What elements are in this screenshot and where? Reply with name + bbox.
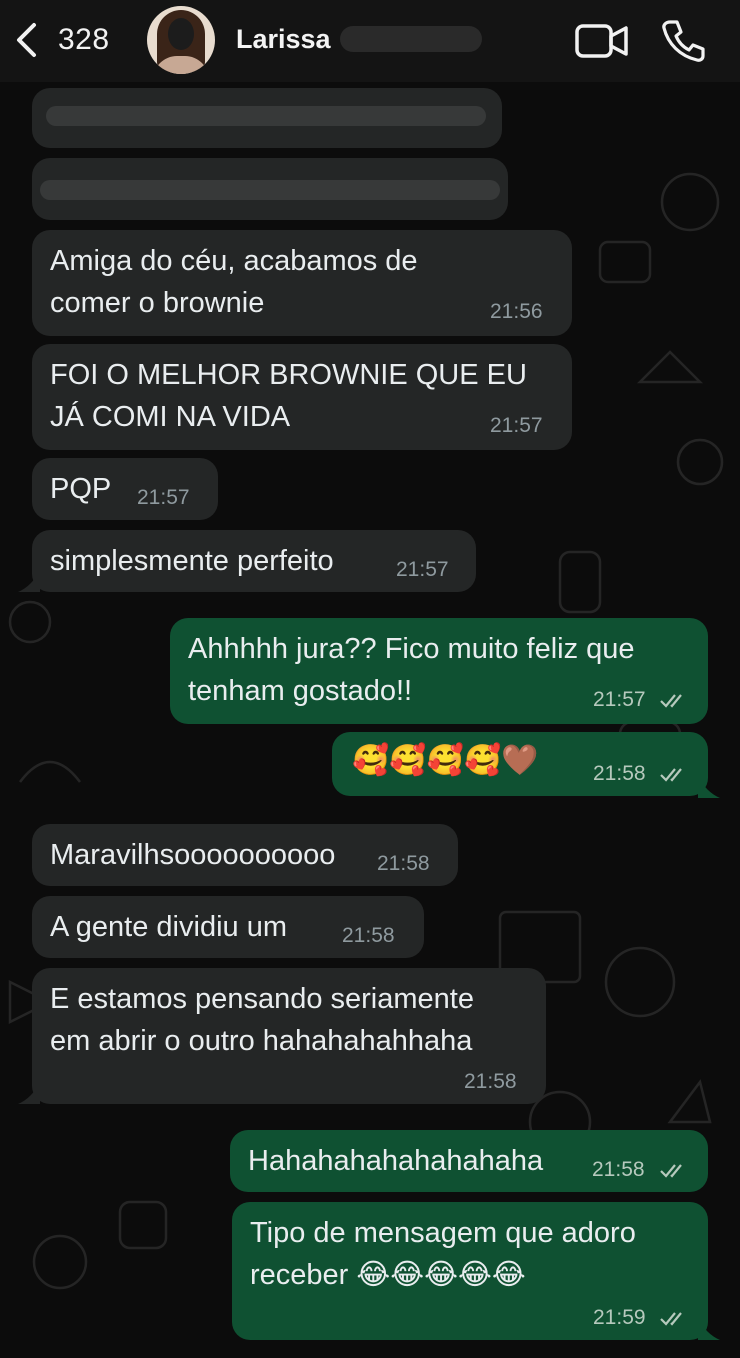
double-check-icon: [660, 1312, 682, 1326]
chat-header: 328 Larissa: [0, 0, 740, 82]
message-text: 🥰🥰🥰🥰🤎: [352, 743, 539, 778]
message-time: 21:58: [593, 762, 646, 785]
video-camera-icon[interactable]: [574, 22, 630, 60]
chevron-left-icon: [17, 23, 36, 57]
redacted-message[interactable]: [32, 88, 502, 148]
outgoing-message[interactable]: Ahhhhh jura?? Fico muito feliz que tenha…: [170, 618, 708, 724]
bubble-tail: [698, 1318, 720, 1340]
redacted-message[interactable]: [32, 158, 508, 220]
message-time: 21:58: [377, 852, 430, 875]
message-time: 21:58: [464, 1070, 517, 1093]
message-text: Tipo de mensagem que adoro receber 😂😂😂😂😂: [250, 1217, 636, 1291]
back-button[interactable]: 328: [14, 18, 124, 62]
double-check-icon: [660, 694, 682, 708]
redacted-text: [46, 106, 486, 126]
message-text: E estamos pensando seriamente em abrir o…: [50, 983, 474, 1057]
message-time: 21:57: [593, 688, 646, 711]
incoming-message[interactable]: Maravilhsoooooooooo 21:58: [32, 824, 458, 886]
bubble-tail: [698, 776, 720, 798]
message-list[interactable]: Amiga do céu, acabamos de comer o browni…: [0, 82, 740, 1358]
redacted-surname: [340, 26, 482, 52]
phone-icon[interactable]: [660, 18, 706, 64]
message-time: 21:58: [592, 1158, 645, 1181]
message-time: 21:57: [490, 414, 543, 437]
message-time: 21:59: [593, 1306, 646, 1329]
incoming-message[interactable]: A gente dividiu um 21:58: [32, 896, 424, 958]
bubble-tail: [18, 1082, 40, 1104]
bubble-tail: [18, 570, 40, 592]
outgoing-message[interactable]: Hahahahahahahahaha 21:58: [230, 1130, 708, 1192]
message-time: 21:57: [396, 558, 449, 581]
double-check-icon: [660, 768, 682, 782]
message-text: Ahhhhh jura?? Fico muito feliz que tenha…: [188, 633, 635, 707]
outgoing-message[interactable]: 🥰🥰🥰🥰🤎 21:58: [332, 732, 708, 796]
incoming-message[interactable]: FOI O MELHOR BROWNIE QUE EU JÁ COMI NA V…: [32, 344, 572, 450]
avatar[interactable]: [147, 6, 215, 74]
message-text: FOI O MELHOR BROWNIE QUE EU JÁ COMI NA V…: [50, 359, 527, 433]
incoming-message[interactable]: Amiga do céu, acabamos de comer o browni…: [32, 230, 572, 336]
contact-name[interactable]: Larissa: [236, 24, 331, 55]
double-check-icon: [660, 1164, 682, 1178]
unread-count: 328: [58, 23, 110, 56]
message-time: 21:56: [490, 300, 543, 323]
message-text: PQP: [50, 473, 112, 505]
redacted-text: [40, 180, 500, 200]
message-text: A gente dividiu um: [50, 911, 287, 943]
outgoing-message[interactable]: Tipo de mensagem que adoro receber 😂😂😂😂😂…: [232, 1202, 708, 1340]
message-text: simplesmente perfeito: [50, 545, 334, 577]
incoming-message[interactable]: PQP 21:57: [32, 458, 218, 520]
incoming-message[interactable]: E estamos pensando seriamente em abrir o…: [32, 968, 546, 1104]
incoming-message[interactable]: simplesmente perfeito 21:57: [32, 530, 476, 592]
message-time: 21:58: [342, 924, 395, 947]
message-text: Maravilhsoooooooooo: [50, 839, 336, 871]
message-text: Hahahahahahahahaha: [248, 1145, 544, 1177]
message-time: 21:57: [137, 486, 190, 509]
message-text: Amiga do céu, acabamos de comer o browni…: [50, 245, 418, 319]
